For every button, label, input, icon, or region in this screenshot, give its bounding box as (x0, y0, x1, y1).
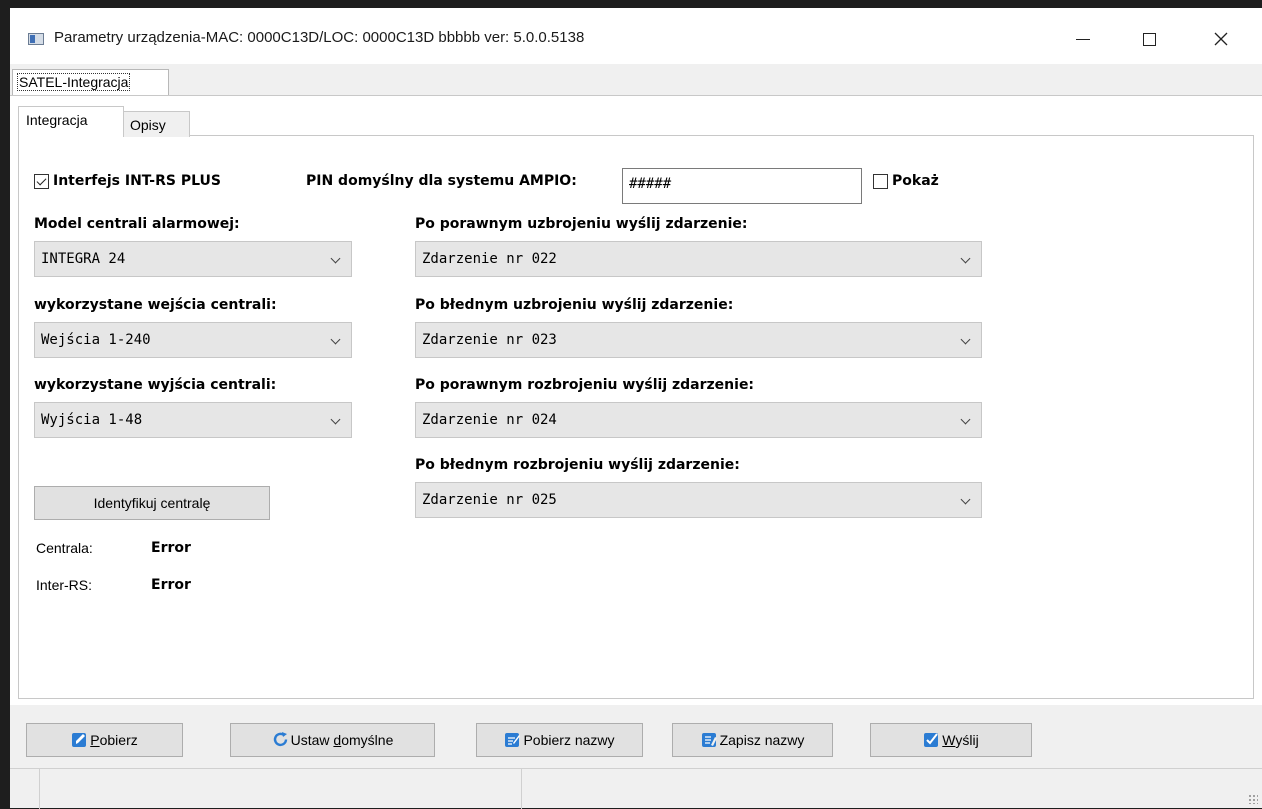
fetch-label-accel: P (90, 732, 100, 748)
outputs-select-value: Wyjścia 1-48 (41, 412, 143, 428)
arm-err-select-value: Zdarzenie nr 023 (422, 332, 557, 348)
chevron-down-icon (330, 334, 341, 345)
defaults-label-post: omyślne (341, 732, 394, 748)
send-label-post: yślij (955, 732, 979, 748)
show-pin-checkbox[interactable] (873, 174, 888, 189)
maximize-icon (1142, 33, 1156, 46)
status-bar (10, 768, 1262, 809)
inter-rs-status: Error (151, 577, 191, 593)
disarm-ok-select-value: Zdarzenie nr 024 (422, 412, 557, 428)
save-names-button[interactable]: Zapisz nazwy (672, 723, 833, 757)
minimize-icon (1076, 39, 1090, 40)
outputs-select[interactable]: Wyjścia 1-48 (34, 402, 352, 438)
disarm-ok-label: Po porawnym rozbrojeniu wyślij zdarzenie… (415, 377, 755, 393)
chevron-down-icon (960, 334, 971, 345)
arm-ok-select[interactable]: Zdarzenie nr 022 (415, 241, 982, 277)
title-bar: Parametry urządzenia-MAC: 0000C13D/LOC: … (10, 8, 1262, 64)
central-status: Error (151, 540, 191, 556)
inputs-label: wykorzystane wejścia centrali: (34, 297, 277, 313)
tab-label: SATEL-Integracja (17, 73, 131, 91)
pin-label: PIN domyślny dla systemu AMPIO: (306, 173, 577, 189)
send-icon (924, 733, 939, 747)
interface-checkbox[interactable] (34, 174, 49, 189)
status-panel-2 (40, 769, 522, 809)
disarm-ok-select[interactable]: Zdarzenie nr 024 (415, 402, 982, 438)
maximize-button[interactable] (1126, 22, 1172, 56)
tab-integracja[interactable]: Integracja (18, 106, 124, 136)
outputs-label: wykorzystane wyjścia centrali: (34, 377, 277, 393)
inputs-select-value: Wejścia 1-240 (41, 332, 151, 348)
dialog-window: Parametry urządzenia-MAC: 0000C13D/LOC: … (10, 8, 1262, 809)
chevron-down-icon (960, 494, 971, 505)
chevron-down-icon (960, 253, 971, 264)
edit-list-icon (505, 733, 521, 747)
close-button[interactable] (1198, 22, 1244, 56)
disarm-err-label: Po błednym rozbrojeniu wyślij zdarzenie: (415, 457, 740, 473)
inputs-select[interactable]: Wejścia 1-240 (34, 322, 352, 358)
defaults-button[interactable]: Ustaw domyślne (230, 723, 435, 757)
pencil-icon (72, 733, 87, 747)
send-button[interactable]: Wyślij (870, 723, 1032, 757)
tab-satel-integracja[interactable]: SATEL-Integracja (12, 69, 169, 95)
app-window-icon (28, 33, 44, 45)
model-select[interactable]: INTEGRA 24 (34, 241, 352, 277)
identify-button[interactable]: Identyfikuj centralę (34, 486, 270, 520)
arm-ok-select-value: Zdarzenie nr 022 (422, 251, 557, 267)
tab-opisy[interactable]: Opisy (123, 111, 190, 137)
fetch-names-label: Pobierz nazwy (523, 732, 615, 748)
refresh-icon (273, 732, 287, 747)
defaults-label-pre: Ustaw (290, 732, 334, 748)
resize-grip-icon[interactable] (1248, 794, 1258, 804)
minimize-button[interactable] (1060, 22, 1106, 56)
arm-err-select[interactable]: Zdarzenie nr 023 (415, 322, 982, 358)
arm-ok-label: Po porawnym uzbrojeniu wyślij zdarzenie: (415, 216, 748, 232)
fetch-button[interactable]: Pobierz (26, 723, 183, 757)
window-title: Parametry urządzenia-MAC: 0000C13D/LOC: … (54, 29, 585, 46)
model-select-value: INTEGRA 24 (41, 251, 126, 267)
central-label: Centrala: (36, 540, 93, 556)
interface-label: Interfejs INT-RS PLUS (53, 173, 221, 189)
chevron-down-icon (330, 253, 341, 264)
save-list-icon (701, 733, 717, 747)
inter-rs-label: Inter-RS: (36, 577, 93, 593)
chevron-down-icon (960, 414, 971, 425)
model-label: Model centrali alarmowej: (34, 216, 240, 232)
fetch-label-post: obierz (99, 732, 138, 748)
disarm-err-select[interactable]: Zdarzenie nr 025 (415, 482, 982, 518)
fetch-names-button[interactable]: Pobierz nazwy (476, 723, 643, 757)
save-names-label: Zapisz nazwy (719, 732, 805, 748)
close-icon (1214, 32, 1228, 46)
pin-input[interactable]: ##### (622, 168, 862, 204)
status-panel-1 (10, 769, 40, 809)
arm-err-label: Po błednym uzbrojeniu wyślij zdarzenie: (415, 297, 734, 313)
disarm-err-select-value: Zdarzenie nr 025 (422, 492, 557, 508)
show-pin-label: Pokaż (892, 173, 939, 189)
send-label-accel: W (942, 732, 956, 748)
chevron-down-icon (330, 414, 341, 425)
